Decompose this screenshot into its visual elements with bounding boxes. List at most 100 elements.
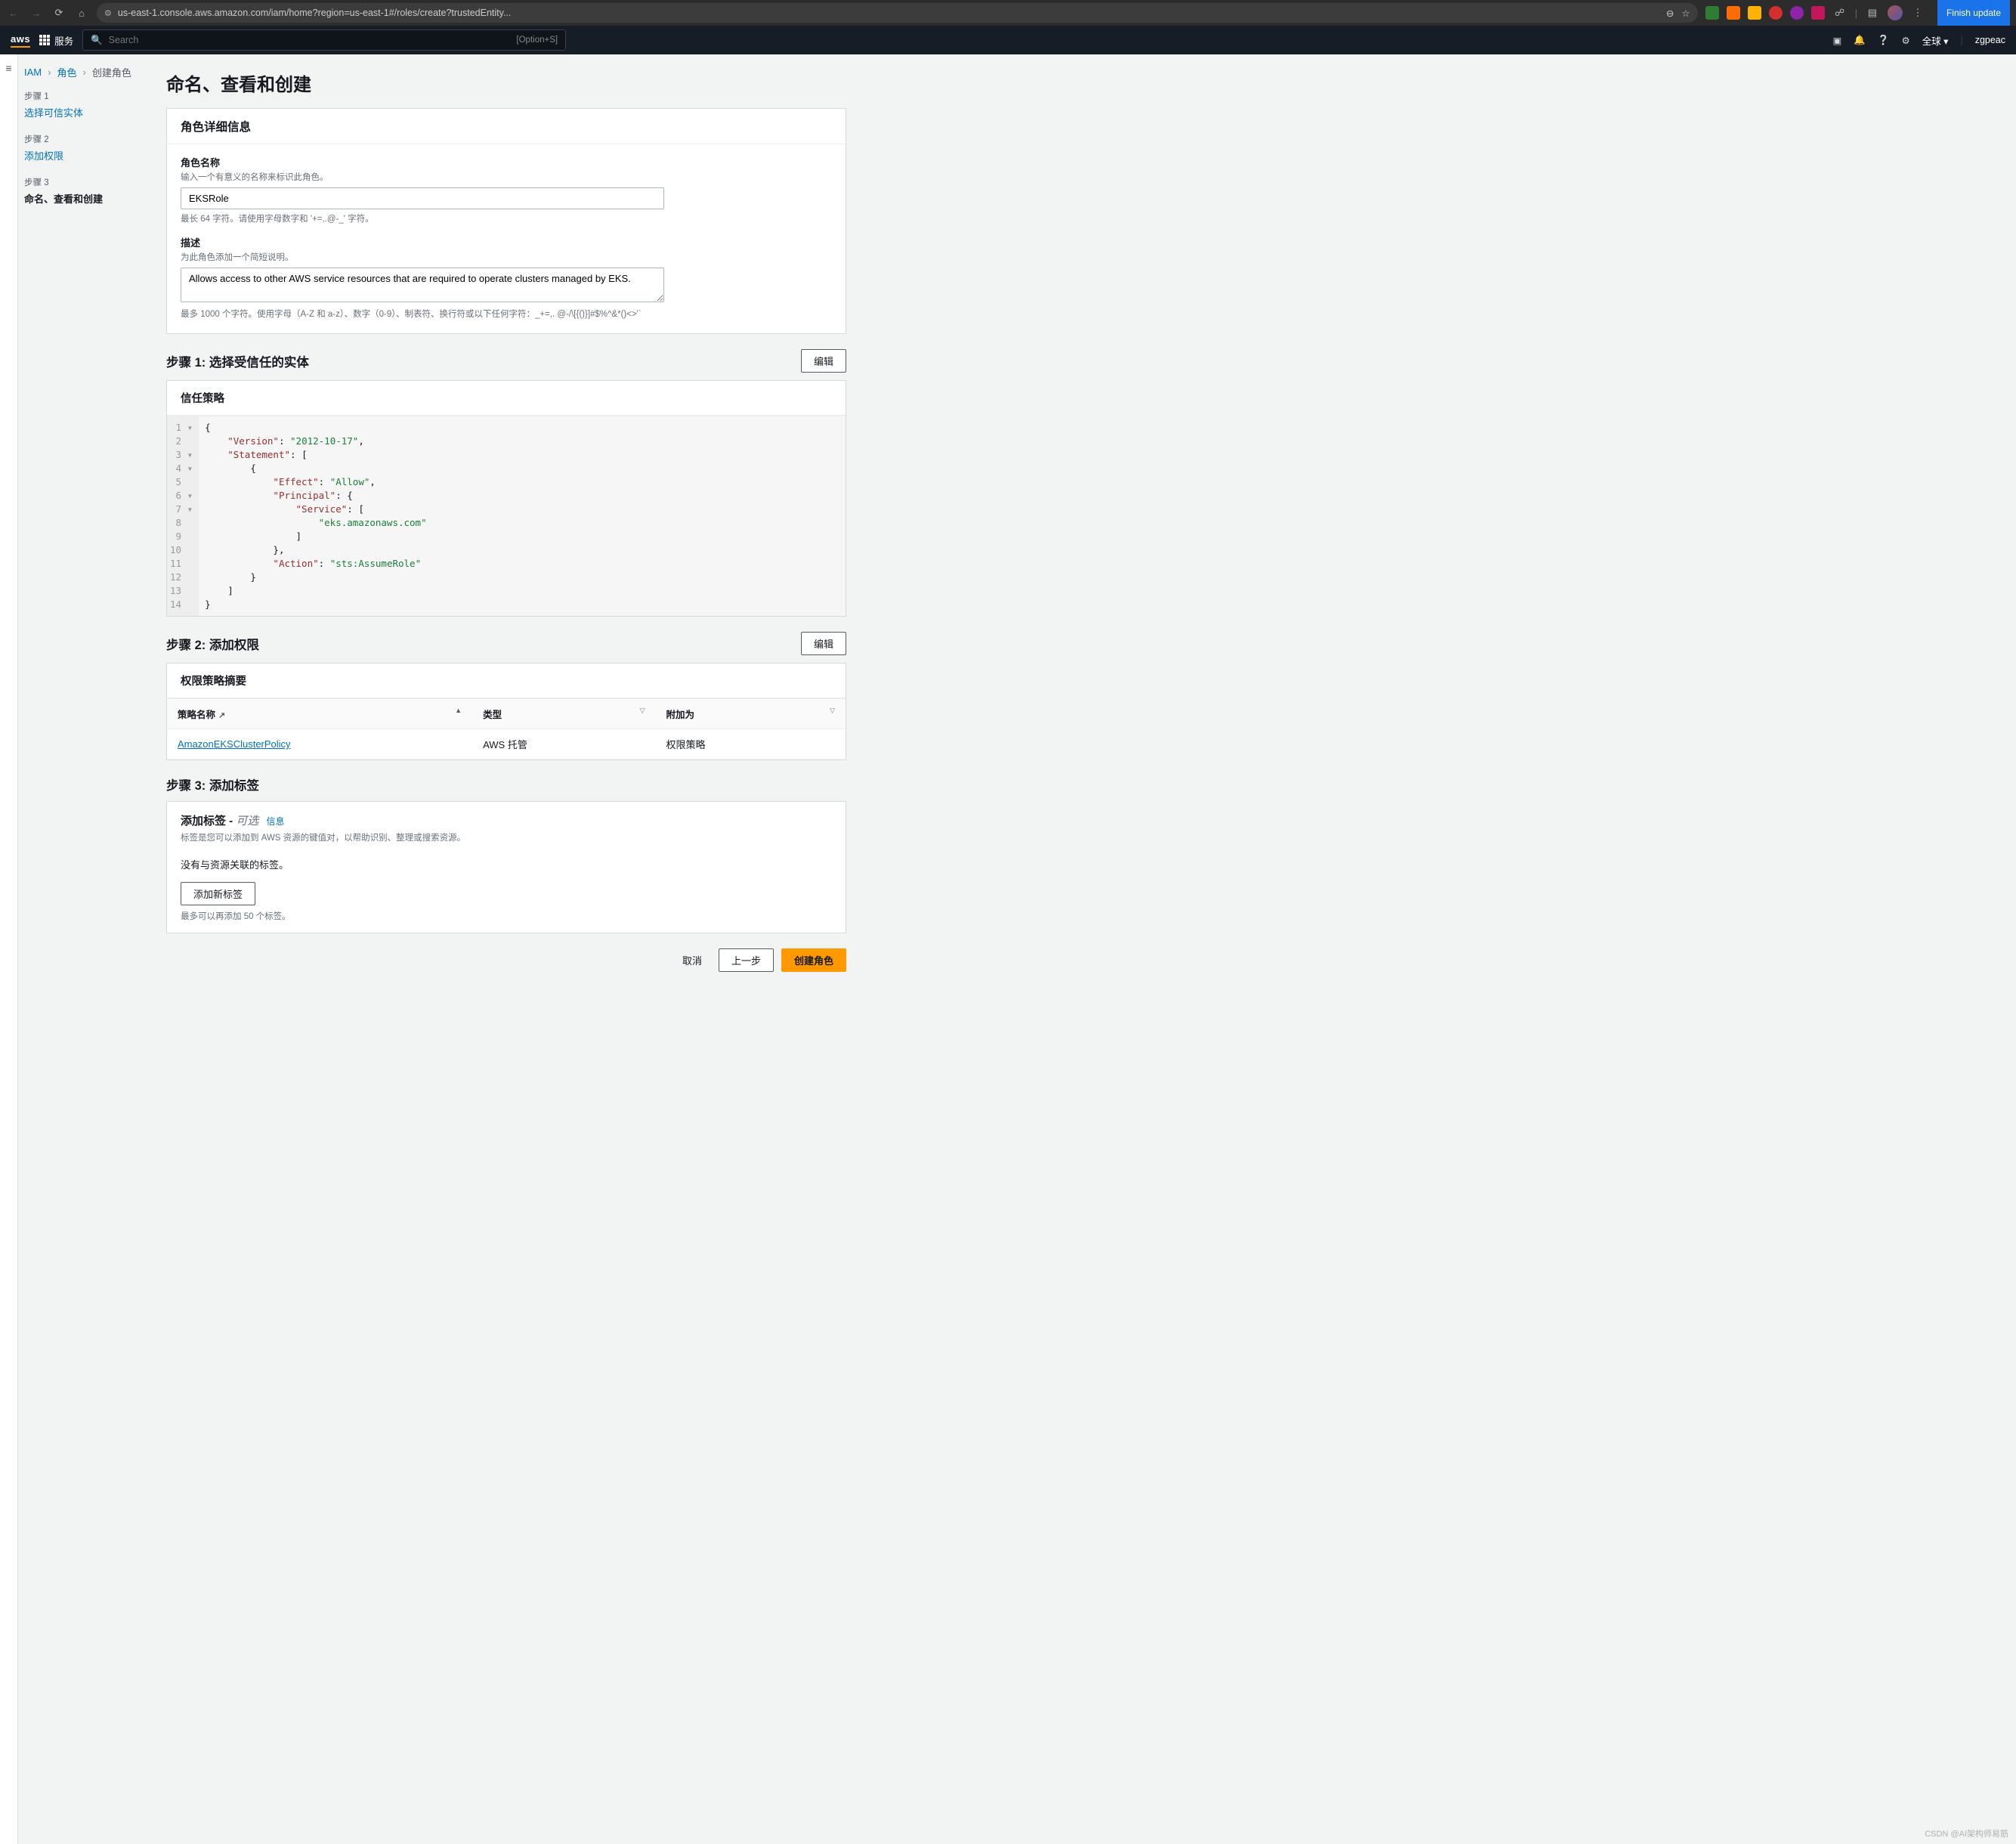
- breadcrumb-roles[interactable]: 角色: [57, 65, 76, 79]
- panel-header: 角色详细信息: [167, 109, 846, 144]
- tags-panel: 添加标签 - 可选 信息 标签是您可以添加到 AWS 资源的键值对，以帮助识别、…: [166, 801, 846, 933]
- previous-button[interactable]: 上一步: [719, 948, 774, 972]
- step-label: 步骤 2: [24, 133, 162, 145]
- bookmark-icon[interactable]: ☆: [1681, 8, 1690, 19]
- sidebar-step-1: 步骤 1 选择可信实体: [24, 90, 162, 119]
- add-tag-button[interactable]: 添加新标签: [181, 882, 255, 905]
- table-row: AmazonEKSClusterPolicy AWS 托管权限策略: [167, 729, 846, 760]
- sort-icon: ▽: [830, 707, 835, 715]
- col-attached[interactable]: 附加为▽: [656, 699, 846, 729]
- aws-logo[interactable]: aws: [11, 33, 30, 48]
- role-name-help: 最长 64 字符。请使用字母数字和 '+=,.@-_' 字符。: [181, 212, 832, 224]
- user-menu[interactable]: zgpeac: [1975, 35, 2005, 45]
- side-panel-icon[interactable]: ▤: [1865, 5, 1880, 20]
- step2-title: 步骤 2: 添加权限: [166, 635, 259, 653]
- page-title: 命名、查看和创建: [166, 70, 846, 96]
- wizard-sidebar: IAM › 角色 › 创建角色 步骤 1 选择可信实体 步骤 2 添加权限 步骤…: [18, 54, 162, 1844]
- ext-icon-1[interactable]: [1705, 6, 1719, 20]
- chevron-right-icon: ›: [48, 67, 51, 78]
- role-name-input[interactable]: [181, 187, 664, 209]
- url-text: us-east-1.console.aws.amazon.com/iam/hom…: [118, 8, 512, 18]
- trust-policy-header: 信任策略: [167, 381, 846, 416]
- ext-icon-6[interactable]: [1811, 6, 1825, 20]
- col-type[interactable]: 类型▽: [472, 699, 655, 729]
- policy-type: AWS 托管: [472, 729, 655, 760]
- code-lines: { "Version": "2012-10-17", "Statement": …: [199, 416, 846, 616]
- reload-icon[interactable]: ⟳: [51, 5, 66, 20]
- role-name-desc: 输入一个有意义的名称来标识此角色。: [181, 171, 832, 183]
- wizard-footer: 取消 上一步 创建角色: [166, 948, 846, 972]
- step-label: 步骤 1: [24, 90, 162, 102]
- tags-info-link[interactable]: 信息: [267, 816, 285, 827]
- desc-textarea[interactable]: [181, 268, 664, 302]
- search-shortcut: [Option+S]: [516, 36, 558, 45]
- browser-chrome: ← → ⟳ ⌂ ⚙ us-east-1.console.aws.amazon.c…: [0, 0, 2016, 26]
- breadcrumb-iam[interactable]: IAM: [24, 67, 42, 78]
- policies-table: 策略名称↗▲ 类型▽ 附加为▽ AmazonEKSClusterPolicyAW…: [167, 699, 846, 760]
- code-gutter: 1 ▾2 3 ▾4 ▾5 6 ▾7 ▾8 9 10 11 12 13 14: [167, 416, 199, 616]
- sidebar-step-2: 步骤 2 添加权限: [24, 133, 162, 162]
- trust-policy-code: 1 ▾2 3 ▾4 ▾5 6 ▾7 ▾8 9 10 11 12 13 14 { …: [167, 416, 846, 616]
- step3-title: 步骤 3: 添加标签: [166, 775, 259, 794]
- no-tags-text: 没有与资源关联的标签。: [181, 843, 832, 882]
- ext-icon-4[interactable]: [1769, 6, 1783, 20]
- step-link[interactable]: 选择可信实体: [24, 107, 83, 119]
- zoom-icon[interactable]: ⊖: [1666, 8, 1674, 19]
- step-label: 步骤 3: [24, 176, 162, 188]
- notifications-icon[interactable]: 🔔: [1854, 35, 1866, 46]
- policy-attached: 权限策略: [656, 729, 846, 760]
- tags-desc: 标签是您可以添加到 AWS 资源的键值对，以帮助识别、整理或搜索资源。: [181, 831, 832, 843]
- desc-label: 描述: [181, 235, 832, 249]
- back-icon[interactable]: ←: [6, 5, 21, 20]
- permissions-summary-header: 权限策略摘要: [167, 664, 846, 698]
- step1-title: 步骤 1: 选择受信任的实体: [166, 352, 309, 370]
- policy-link[interactable]: AmazonEKSClusterPolicy: [178, 738, 291, 750]
- ext-icon-3[interactable]: [1748, 6, 1761, 20]
- main-content: 命名、查看和创建 角色详细信息 角色名称 输入一个有意义的名称来标识此角色。 最…: [166, 54, 861, 1844]
- help-icon[interactable]: ❔: [1878, 35, 1890, 46]
- home-icon[interactable]: ⌂: [74, 5, 89, 20]
- external-link-icon: ↗: [218, 711, 225, 720]
- watermark: CSDN @AI架构师易筋: [1925, 1827, 2008, 1839]
- sort-icon: ▽: [640, 707, 645, 715]
- step-link[interactable]: 添加权限: [24, 150, 63, 162]
- extensions-icon[interactable]: ☍: [1832, 5, 1847, 20]
- ext-icon-5[interactable]: [1790, 6, 1804, 20]
- services-label: 服务: [54, 33, 73, 48]
- trust-policy-panel: 信任策略 1 ▾2 3 ▾4 ▾5 6 ▾7 ▾8 9 10 11 12 13 …: [166, 380, 846, 617]
- cancel-button[interactable]: 取消: [673, 948, 711, 972]
- aws-search-input[interactable]: [109, 35, 511, 45]
- settings-icon[interactable]: ⚙: [1901, 35, 1909, 46]
- sidebar-step-3: 步骤 3 命名、查看和创建: [24, 176, 162, 206]
- chevron-right-icon: ›: [82, 67, 85, 78]
- sidebar-toggle-icon[interactable]: ≡: [5, 62, 11, 74]
- menu-icon[interactable]: ⋮: [1910, 5, 1925, 20]
- aws-top-nav: aws 服务 🔍 [Option+S] ▣ 🔔 ❔ ⚙ 全球 ▾ | zgpea…: [0, 26, 2016, 54]
- search-icon: 🔍: [91, 35, 103, 46]
- role-details-panel: 角色详细信息 角色名称 输入一个有意义的名称来标识此角色。 最长 64 字符。请…: [166, 108, 846, 334]
- cloudshell-icon[interactable]: ▣: [1833, 35, 1842, 46]
- step1-edit-button[interactable]: 编辑: [801, 349, 846, 373]
- desc-help: 最多 1000 个字符。使用字母（A-Z 和 a-z）、数字（0-9）、制表符、…: [181, 308, 832, 320]
- step2-edit-button[interactable]: 编辑: [801, 632, 846, 655]
- max-tags-text: 最多可以再添加 50 个标签。: [181, 910, 832, 922]
- address-bar[interactable]: ⚙ us-east-1.console.aws.amazon.com/iam/h…: [97, 3, 1698, 23]
- breadcrumb-current: 创建角色: [92, 65, 131, 79]
- permissions-panel: 权限策略摘要 策略名称↗▲ 类型▽ 附加为▽ AmazonEKSClusterP…: [166, 663, 846, 760]
- finish-update-button[interactable]: Finish update: [1937, 0, 2010, 26]
- grid-icon: [39, 35, 50, 45]
- desc-desc: 为此角色添加一个简短说明。: [181, 251, 832, 263]
- region-selector[interactable]: 全球 ▾: [1922, 33, 1949, 48]
- aws-search[interactable]: 🔍 [Option+S]: [82, 29, 566, 51]
- breadcrumb: IAM › 角色 › 创建角色: [24, 65, 162, 79]
- role-name-label: 角色名称: [181, 155, 832, 169]
- sort-asc-icon: ▲: [455, 707, 462, 714]
- forward-icon[interactable]: →: [29, 5, 44, 20]
- col-policy-name[interactable]: 策略名称↗▲: [167, 699, 472, 729]
- create-role-button[interactable]: 创建角色: [781, 948, 846, 972]
- step-title: 命名、查看和创建: [24, 191, 162, 206]
- services-menu[interactable]: 服务: [39, 33, 73, 48]
- site-settings-icon[interactable]: ⚙: [104, 8, 112, 18]
- profile-avatar[interactable]: [1888, 5, 1903, 20]
- ext-icon-2[interactable]: [1727, 6, 1740, 20]
